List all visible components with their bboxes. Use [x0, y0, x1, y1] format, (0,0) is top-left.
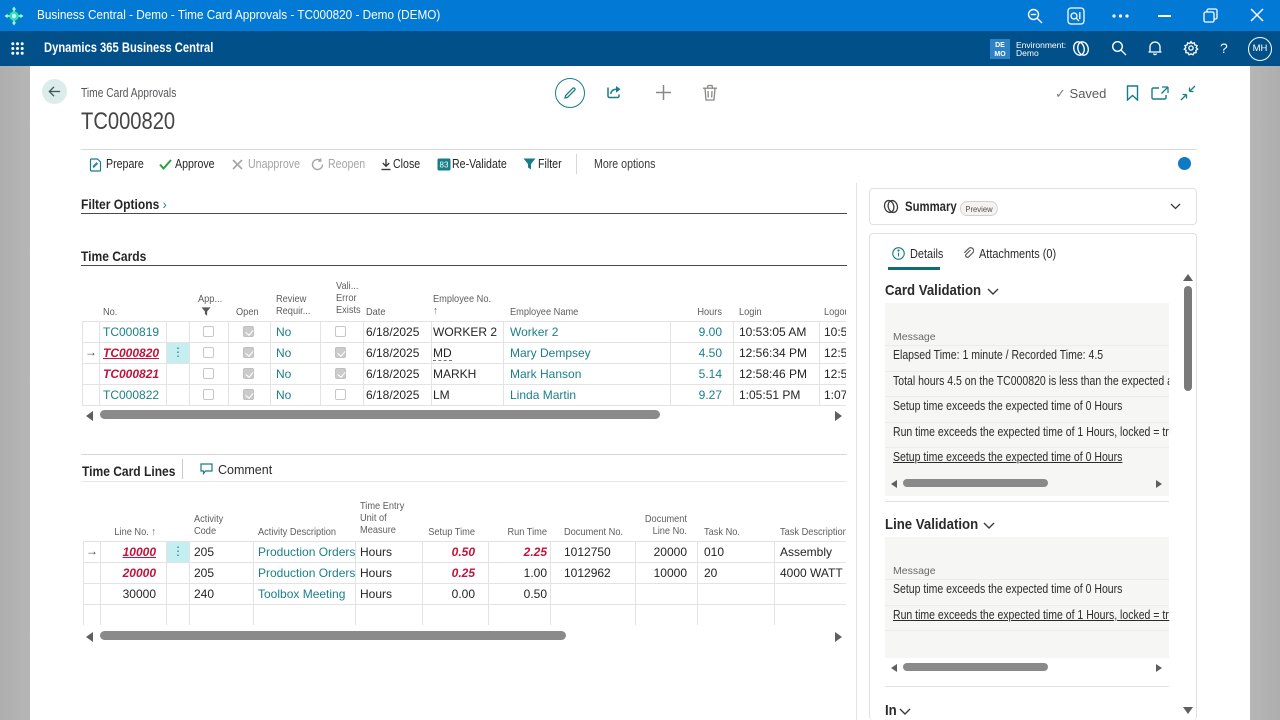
svg-text:83: 83 [440, 161, 449, 170]
